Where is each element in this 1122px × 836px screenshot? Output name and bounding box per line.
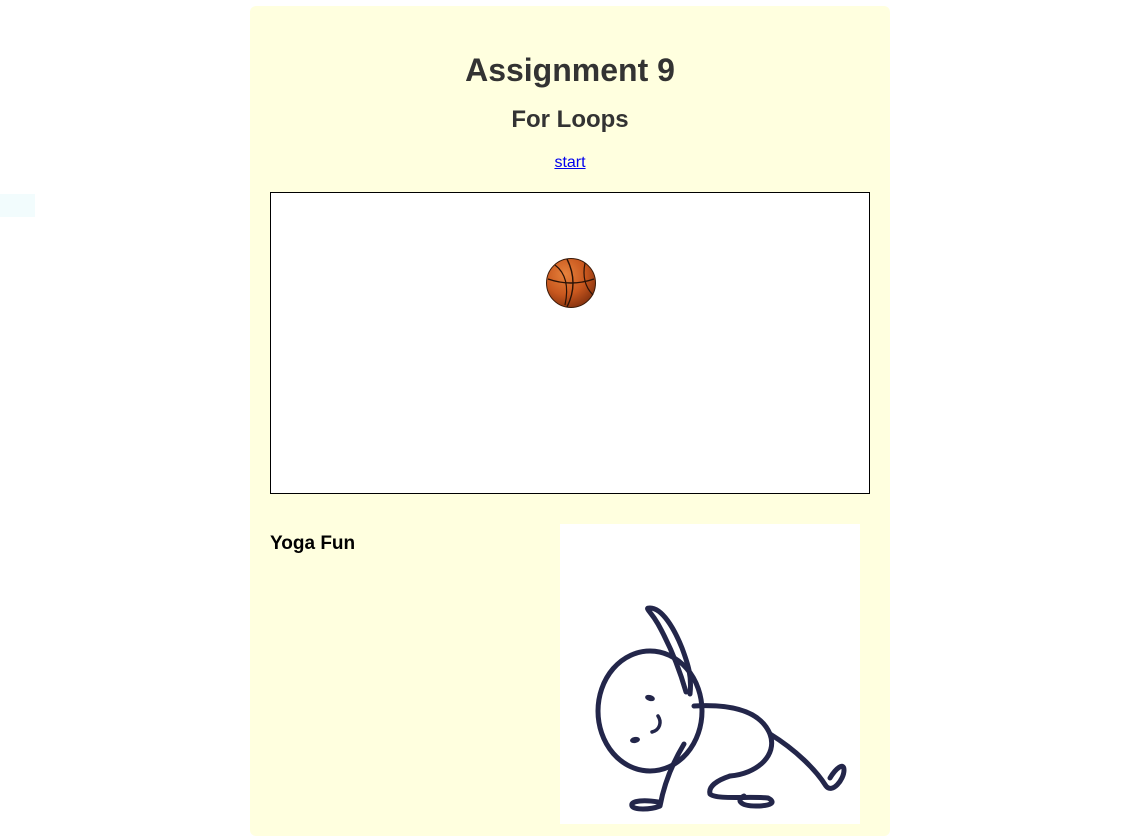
start-link[interactable]: start bbox=[554, 154, 585, 171]
side-tab-hint bbox=[0, 194, 35, 217]
assignment-card: Assignment 9 For Loops start Yoga Fun bbox=[250, 6, 890, 836]
basketball-icon bbox=[546, 258, 596, 308]
stick-figure-yoga-illustration bbox=[560, 524, 860, 824]
yoga-heading: Yoga Fun bbox=[270, 533, 356, 554]
page-subtitle: For Loops bbox=[511, 106, 629, 133]
animation-canvas bbox=[270, 192, 870, 494]
page-title: Assignment 9 bbox=[465, 52, 675, 88]
start-link-container: start bbox=[250, 153, 890, 173]
